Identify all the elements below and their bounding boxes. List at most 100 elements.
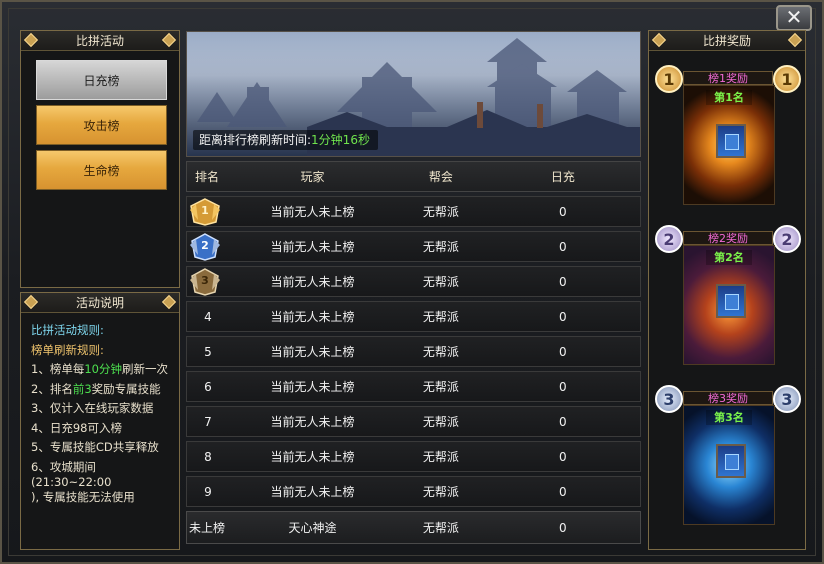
guild-cell: 无帮派 [422, 240, 459, 254]
rules-line: 1、榜单每10分钟刷新一次 [31, 362, 168, 376]
diamond-ornament-icon [787, 32, 803, 48]
rank-cell: 4 [204, 310, 212, 324]
silver-medal-icon: 2 [190, 233, 220, 261]
diamond-ornament-icon [161, 32, 177, 48]
close-button[interactable]: ✕ [776, 5, 812, 31]
reward-label-3: 榜3奖励 [683, 391, 773, 405]
tab-health[interactable]: 生命榜 [36, 150, 167, 190]
rules-line: 榜单刷新规则: [31, 342, 104, 357]
my-rank-row[interactable]: 未上榜 天心神途 无帮派 0 [186, 511, 641, 544]
table-row[interactable]: 4 当前无人未上榜 无帮派 0 [186, 301, 641, 332]
refresh-label: 距离排行榜刷新时间: [199, 133, 312, 147]
reward-block-1: 1 榜1奖励 1 第1名 [655, 65, 801, 215]
rank-cell: 3 [187, 267, 229, 296]
player-cell: 当前无人未上榜 [270, 275, 355, 289]
activity-info-title: 活动说明 [75, 296, 124, 310]
daily-cell: 0 [559, 345, 567, 359]
rank-cell: 5 [204, 345, 212, 359]
guild-cell: 无帮派 [422, 275, 459, 289]
place-label-2: 第2名 [706, 250, 752, 265]
place-label-3: 第3名 [706, 410, 752, 425]
player-cell: 当前无人未上榜 [270, 415, 355, 429]
daily-cell: 0 [559, 450, 567, 464]
reward-block-2: 2 榜2奖励 2 第2名 [655, 225, 801, 375]
rank-3-badge-icon: 3 [773, 385, 801, 413]
table-row[interactable]: 5 当前无人未上榜 无帮派 0 [186, 336, 641, 367]
rank-type-panel: 比拼活动 日充榜 攻击榜 生命榜 [20, 30, 180, 288]
player-cell: 当前无人未上榜 [270, 240, 355, 254]
guild-cell: 无帮派 [422, 345, 459, 359]
table-row[interactable]: 1 当前无人未上榜 无帮派 0 [186, 196, 641, 227]
table-header: 排名 玩家 帮会 日充 [186, 161, 641, 192]
daily-cell: 0 [559, 240, 567, 254]
header-daily: 日充 [550, 170, 575, 184]
activity-info-header: 活动说明 [21, 293, 179, 313]
tab-daily-recharge[interactable]: 日充榜 [36, 60, 167, 100]
daily-cell: 0 [559, 275, 567, 289]
activity-info-panel: 活动说明 比拼活动规则: 榜单刷新规则: 1、榜单每10分钟刷新一次 2、排名前… [20, 292, 180, 550]
reward-art-3[interactable]: 第3名 [683, 405, 775, 525]
table-row[interactable]: 8 当前无人未上榜 无帮派 0 [186, 441, 641, 472]
daily-cell: 0 [559, 485, 567, 499]
player-cell: 当前无人未上榜 [270, 485, 355, 499]
rank-1-badge-icon: 1 [655, 65, 683, 93]
reward-item-icon[interactable] [716, 124, 746, 158]
ranking-table: 排名 玩家 帮会 日充 1 当前无人未上榜 无帮派 0 2 当前无人未上榜 无帮… [186, 161, 641, 544]
table-row[interactable]: 2 当前无人未上榜 无帮派 0 [186, 231, 641, 262]
table-row[interactable]: 7 当前无人未上榜 无帮派 0 [186, 406, 641, 437]
guild-cell: 无帮派 [422, 380, 459, 394]
table-row[interactable]: 9 当前无人未上榜 无帮派 0 [186, 476, 641, 507]
daily-cell: 0 [559, 310, 567, 324]
rules-line: 比拼活动规则: [31, 323, 104, 337]
diamond-ornament-icon [23, 32, 39, 48]
daily-cell: 0 [559, 415, 567, 429]
rank-cell: 6 [204, 380, 212, 394]
daily-cell: 0 [559, 205, 567, 219]
rank-cell: 7 [204, 415, 212, 429]
table-row[interactable]: 3 当前无人未上榜 无帮派 0 [186, 266, 641, 297]
reward-label-2: 榜2奖励 [683, 231, 773, 245]
header-rank: 排名 [195, 170, 220, 184]
guild-cell: 无帮派 [422, 450, 459, 464]
reward-label-1: 榜1奖励 [683, 71, 773, 85]
rules-line: 2、排名前3奖励专属技能 [31, 381, 161, 396]
player-cell: 当前无人未上榜 [270, 345, 355, 359]
refresh-timer: 距离排行榜刷新时间:1分钟16秒 [193, 130, 378, 150]
player-cell: 当前无人未上榜 [270, 310, 355, 324]
reward-art-1[interactable]: 第1名 [683, 85, 775, 205]
guild-cell: 无帮派 [422, 485, 459, 499]
rank-cell: 1 [187, 197, 229, 226]
rank-type-title: 比拼活动 [75, 34, 124, 48]
reward-title: 比拼奖励 [702, 34, 751, 48]
rank-cell: 9 [204, 485, 212, 499]
my-rank-cell: 未上榜 [189, 521, 226, 535]
table-row[interactable]: 6 当前无人未上榜 无帮派 0 [186, 371, 641, 402]
rank-cell: 2 [187, 232, 229, 261]
my-daily-cell: 0 [559, 521, 567, 535]
reward-item-icon[interactable] [716, 284, 746, 318]
my-guild-cell: 无帮派 [422, 521, 459, 535]
rules-line: 6、攻城期间 (21:30~22:00 [31, 459, 112, 489]
gold-medal-icon: 1 [190, 198, 220, 226]
refresh-time: 1分钟16秒 [311, 133, 370, 147]
bronze-medal-icon: 3 [190, 268, 220, 296]
rules-line: ), 专属技能无法使用 [31, 489, 135, 504]
rank-type-header: 比拼活动 [21, 31, 179, 51]
activity-banner: 距离排行榜刷新时间:1分钟16秒 [186, 31, 641, 157]
diamond-ornament-icon [651, 32, 667, 48]
place-label-1: 第1名 [706, 90, 752, 105]
rank-tabs: 日充榜 攻击榜 生命榜 [21, 51, 179, 190]
player-cell: 当前无人未上榜 [270, 450, 355, 464]
rank-3-badge-icon: 3 [655, 385, 683, 413]
diamond-ornament-icon [23, 294, 39, 310]
guild-cell: 无帮派 [422, 310, 459, 324]
guild-cell: 无帮派 [422, 205, 459, 219]
tab-attack[interactable]: 攻击榜 [36, 105, 167, 145]
reward-art-2[interactable]: 第2名 [683, 245, 775, 365]
diamond-ornament-icon [161, 294, 177, 310]
reward-item-icon[interactable] [716, 444, 746, 478]
reward-panel: 比拼奖励 1 榜1奖励 1 第1名 2 榜2奖励 2 第2名 3 榜3奖励 3 … [648, 30, 806, 550]
rank-cell: 8 [204, 450, 212, 464]
player-cell: 当前无人未上榜 [270, 205, 355, 219]
rules-text: 比拼活动规则: 榜单刷新规则: 1、榜单每10分钟刷新一次 2、排名前3奖励专属… [21, 313, 179, 505]
